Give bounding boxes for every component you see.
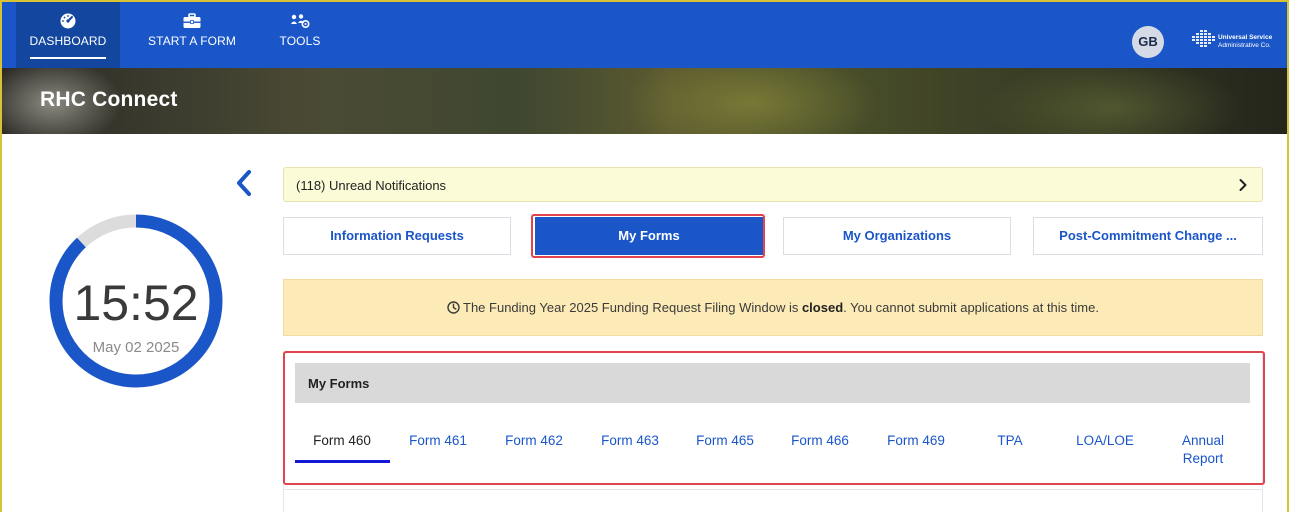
form-tab-463[interactable]: Form 463 [590, 432, 670, 450]
form-tab-461[interactable]: Form 461 [398, 432, 478, 450]
nav-tools[interactable]: TOOLS [270, 2, 330, 68]
tools-people-icon [291, 14, 310, 29]
logo-line-1: Universal Service [1218, 34, 1273, 41]
form-tab-469[interactable]: Form 469 [876, 432, 956, 450]
hero-background-shape [982, 68, 1242, 134]
hero-background-shape [622, 68, 882, 134]
form-tab-annual-report-line1: Annual [1181, 433, 1225, 448]
dashboard-gauge-icon [60, 13, 76, 29]
nav-dashboard[interactable]: DASHBOARD [16, 2, 120, 68]
top-nav: DASHBOARD START A FORM TOOLS GB Universa… [2, 2, 1287, 68]
tab-information-requests[interactable]: Information Requests [283, 217, 511, 255]
usac-logo: Universal Service Administrative Co. [1186, 28, 1282, 56]
banner-text-suffix: . You cannot submit applications at this… [843, 300, 1099, 315]
page-title: RHC Connect [40, 88, 178, 111]
banner-text-prefix: The Funding Year 2025 Funding Request Fi… [463, 300, 802, 315]
form-tab-tpa[interactable]: TPA [980, 432, 1040, 450]
usac-logo-mark-icon [1192, 30, 1215, 47]
chevron-right-icon [1239, 179, 1247, 191]
form-tab-loa-loe[interactable]: LOA/LOE [1065, 432, 1145, 450]
nav-active-underline [30, 57, 106, 59]
tab-my-forms[interactable]: My Forms [535, 217, 763, 255]
banner-text-emphasis: closed [801, 300, 844, 315]
nav-dashboard-label: DASHBOARD [29, 34, 107, 48]
form-tab-465[interactable]: Form 465 [685, 432, 765, 450]
form-tab-annual-report[interactable]: Annual Report [1163, 432, 1243, 468]
tab-post-commitment-change[interactable]: Post-Commitment Change ... [1033, 217, 1263, 255]
tab-my-organizations[interactable]: My Organizations [783, 217, 1011, 255]
my-forms-header: My Forms [295, 363, 1250, 403]
briefcase-icon [183, 13, 201, 28]
logo-line-2: Administrative Co. [1218, 42, 1271, 49]
form-tab-466[interactable]: Form 466 [780, 432, 860, 450]
collapse-sidebar-chevron-left-icon[interactable] [232, 168, 256, 198]
hero-banner: RHC Connect [2, 68, 1287, 134]
nav-start-a-form-label: START A FORM [148, 34, 236, 48]
active-form-tab-underline [295, 460, 390, 463]
form-tab-462[interactable]: Form 462 [494, 432, 574, 450]
clock-date: May 02 2025 [92, 339, 180, 356]
user-avatar[interactable]: GB [1132, 26, 1164, 58]
clock-time: 15:52 [73, 275, 199, 331]
nav-tools-label: TOOLS [279, 34, 321, 48]
filing-window-banner: The Funding Year 2025 Funding Request Fi… [283, 279, 1263, 336]
my-forms-header-label: My Forms [308, 376, 370, 391]
clock-icon [447, 301, 460, 314]
nav-start-a-form[interactable]: START A FORM [130, 2, 254, 68]
form-tab-annual-report-line2: Report [1182, 451, 1224, 466]
notifications-label: (118) Unread Notifications [296, 178, 447, 193]
form-tab-460[interactable]: Form 460 [297, 432, 387, 450]
panel-divider [283, 489, 1263, 490]
unread-notifications-bar[interactable]: (118) Unread Notifications [283, 167, 1263, 202]
